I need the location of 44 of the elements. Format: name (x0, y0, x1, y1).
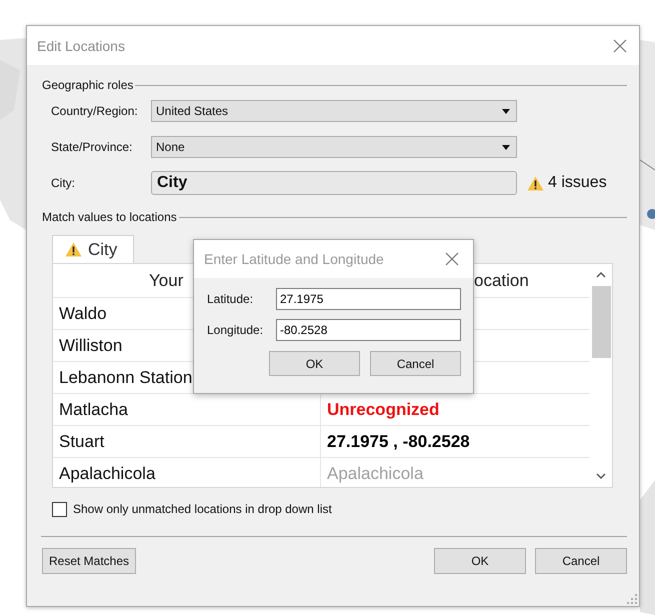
dialog-button[interactable]: OK (434, 548, 526, 574)
scroll-down-icon[interactable] (596, 473, 606, 479)
input-field[interactable]: -80.2528 (276, 319, 461, 341)
matched-location[interactable]: 27.1975 , -80.2528 (327, 432, 470, 452)
column-header: ocation (473, 270, 530, 290)
scroll-up-icon[interactable] (596, 272, 606, 278)
caret-icon (502, 144, 510, 150)
close-icon[interactable] (613, 38, 627, 52)
location-name: Waldo (59, 304, 107, 324)
checkbox-label: Show only unmatched locations in drop down list (73, 502, 332, 516)
input-field[interactable]: 27.1975 (276, 288, 461, 310)
checkbox[interactable] (52, 502, 67, 516)
dialog-button[interactable]: Cancel (535, 548, 627, 574)
dialog-button[interactable]: OK (269, 351, 360, 376)
warning-icon (527, 176, 544, 190)
section-heading: Match values to locations (42, 210, 177, 224)
location-name: Lebanonn Station (59, 368, 192, 388)
column-header: Your (148, 270, 184, 290)
warning-icon (65, 242, 82, 257)
dropdown[interactable]: None (151, 136, 517, 158)
field-label: Longitude: (207, 323, 264, 337)
dialog-button[interactable]: Cancel (370, 351, 461, 376)
field-label: Country/Region: (51, 104, 139, 118)
dialog-title: Enter Latitude and Longitude (204, 251, 384, 267)
field-label: City: (51, 176, 76, 190)
issues-count: 4 issues (548, 174, 607, 192)
location-name: Apalachicola (59, 464, 156, 484)
field-label: State/Province: (51, 140, 134, 154)
caret-icon (502, 108, 510, 114)
section-heading: Geographic roles (42, 78, 134, 92)
resize-grip-icon[interactable] (627, 594, 637, 604)
field-label: Latitude: (207, 292, 254, 306)
map-border (640, 160, 655, 170)
tab[interactable]: City (52, 235, 134, 263)
location-name: Williston (59, 336, 122, 356)
location-name: Matlacha (59, 400, 128, 420)
dialog-button[interactable]: Reset Matches (42, 548, 136, 574)
close-icon[interactable] (445, 252, 459, 266)
map-marker (647, 209, 655, 219)
location-name: Stuart (59, 432, 104, 452)
dropdown[interactable]: United States (151, 100, 517, 122)
city-field: City (151, 171, 517, 195)
window-title: Edit Locations (37, 38, 125, 54)
matched-location[interactable]: Unrecognized (327, 400, 440, 420)
